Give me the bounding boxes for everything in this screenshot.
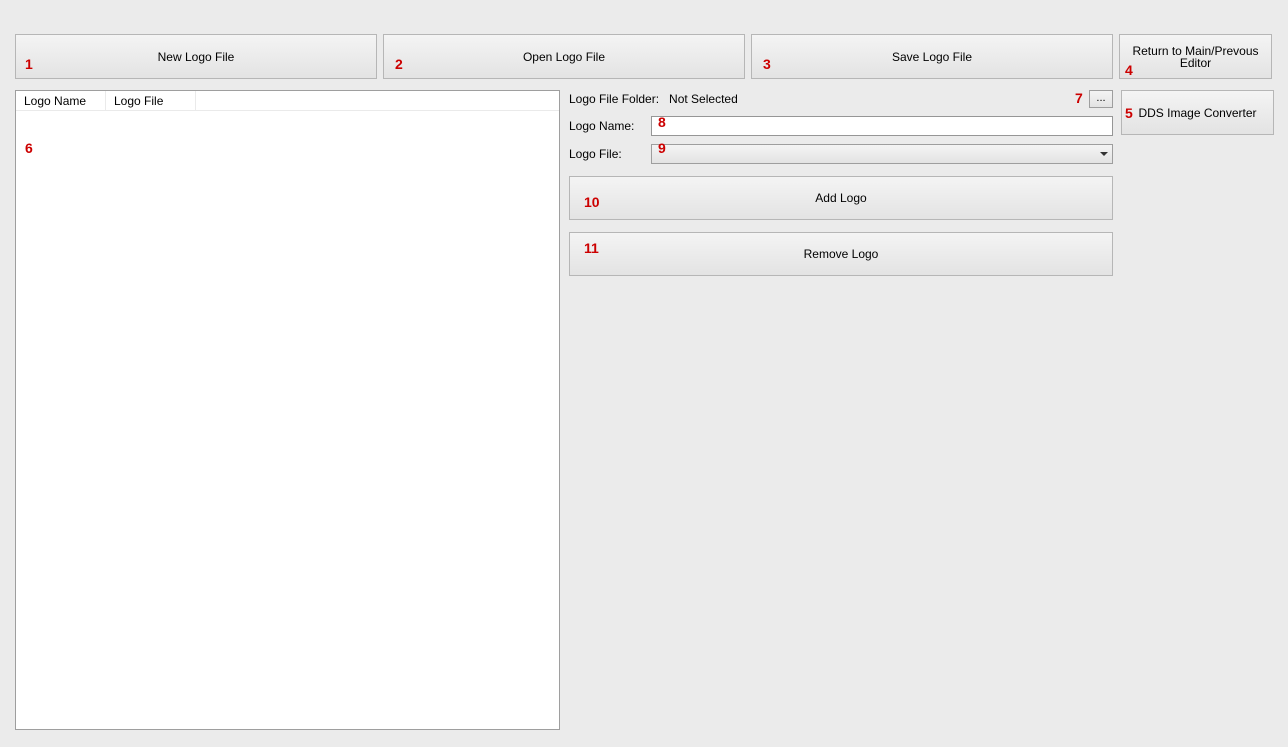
dds-image-converter-button[interactable]: DDS Image Converter: [1121, 90, 1274, 135]
logo-folder-label: Logo File Folder:: [569, 92, 663, 106]
column-header-logo-name[interactable]: Logo Name: [16, 91, 106, 110]
logo-list-panel: Logo Name Logo File: [15, 90, 560, 730]
logo-form: Logo File Folder: Not Selected ... Logo …: [569, 90, 1113, 276]
column-header-spacer: [196, 91, 559, 110]
chevron-down-icon: [1100, 152, 1108, 156]
right-toolbar: DDS Image Converter: [1121, 90, 1274, 135]
return-editor-button[interactable]: Return to Main/Prevous Editor: [1119, 34, 1272, 79]
column-header-logo-file[interactable]: Logo File: [106, 91, 196, 110]
logo-name-input[interactable]: [651, 116, 1113, 136]
top-toolbar: New Logo File Open Logo File Save Logo F…: [15, 34, 1272, 79]
logo-name-label: Logo Name:: [569, 119, 651, 133]
logo-list-header: Logo Name Logo File: [16, 91, 559, 111]
add-logo-button[interactable]: Add Logo: [569, 176, 1113, 220]
logo-file-combo[interactable]: [651, 144, 1113, 164]
logo-file-row: Logo File:: [569, 144, 1113, 164]
logo-folder-row: Logo File Folder: Not Selected ...: [569, 90, 1113, 108]
logo-folder-value: Not Selected: [669, 92, 1089, 106]
remove-logo-button[interactable]: Remove Logo: [569, 232, 1113, 276]
app-root: New Logo File Open Logo File Save Logo F…: [0, 0, 1288, 747]
logo-list-body[interactable]: [16, 111, 559, 729]
logo-name-row: Logo Name:: [569, 116, 1113, 136]
logo-file-label: Logo File:: [569, 147, 651, 161]
browse-folder-button[interactable]: ...: [1089, 90, 1113, 108]
open-logo-file-button[interactable]: Open Logo File: [383, 34, 745, 79]
save-logo-file-button[interactable]: Save Logo File: [751, 34, 1113, 79]
new-logo-file-button[interactable]: New Logo File: [15, 34, 377, 79]
